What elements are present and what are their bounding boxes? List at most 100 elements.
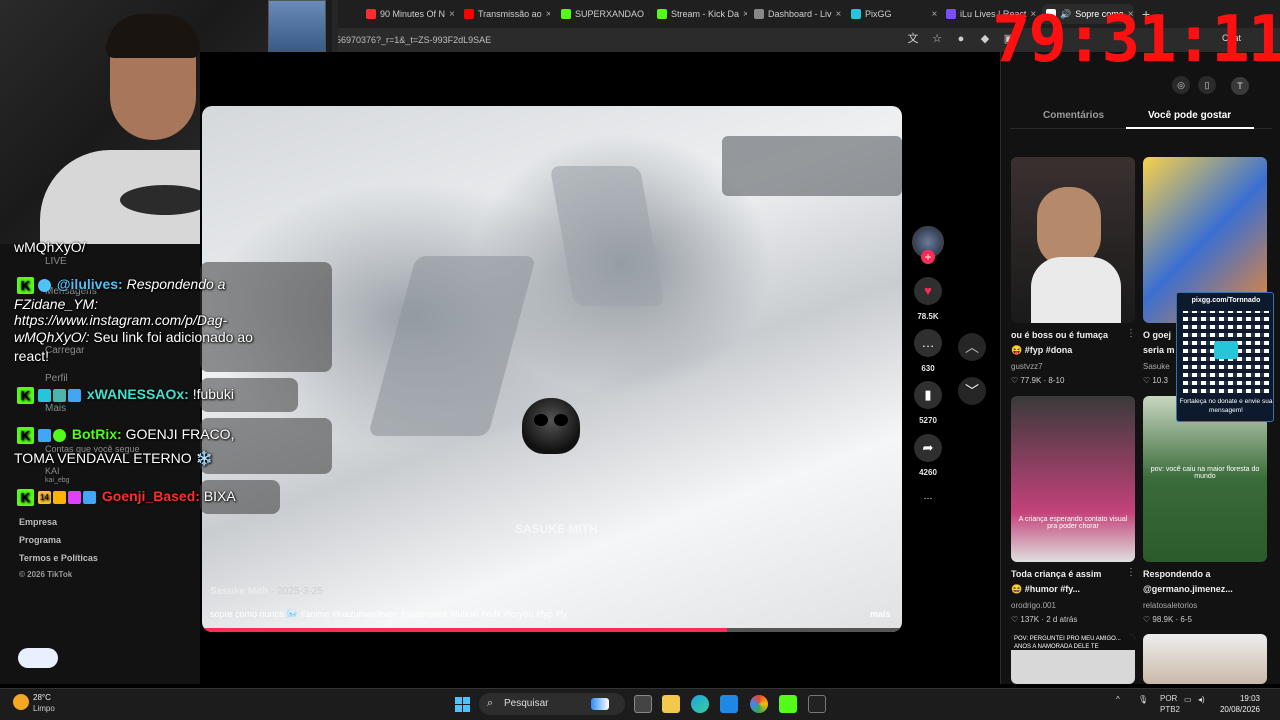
comment-icon[interactable]: … <box>914 329 942 357</box>
shirt-logo <box>120 185 210 215</box>
more-options-icon[interactable]: ⋮ <box>1126 567 1136 578</box>
music-disc-icon[interactable]: ⋯ <box>914 484 942 512</box>
sidebar-item-profile[interactable]: Perfil <box>45 373 68 384</box>
kick-app-icon[interactable] <box>779 695 797 713</box>
video-author[interactable]: Sasuke Mith · 2025-3-25 <box>210 586 323 597</box>
weather-sun-icon[interactable] <box>13 694 29 710</box>
chat-text: BIXA <box>203 488 236 504</box>
share-icon[interactable]: ➦ <box>914 434 942 462</box>
chevron-down-icon[interactable]: ﹀ <box>958 377 986 405</box>
streamer-hair <box>106 14 200 58</box>
card-author[interactable]: relatosaletorios <box>1143 601 1197 610</box>
close-icon[interactable]: × <box>546 9 550 20</box>
chat-message-continuation: wMQhXyO/ <box>14 239 86 255</box>
video-watermark: SASUKE MITH <box>515 522 598 536</box>
microphone-icon[interactable]: 🎙 <box>1138 695 1148 704</box>
extension-icon[interactable]: ● <box>953 31 969 47</box>
search-label[interactable]: Pesquisar <box>504 698 548 709</box>
bookmark-icon[interactable]: ▮ <box>914 381 942 409</box>
tab-comments[interactable]: Comentários <box>1043 110 1104 121</box>
tab-90-minutes[interactable]: 90 Minutes Of N × <box>366 4 454 24</box>
shield-icon[interactable]: ◆ <box>977 31 993 47</box>
phone-icon[interactable]: ▯ <box>1198 76 1216 94</box>
footer-link-programa[interactable]: Programa <box>19 535 61 545</box>
close-icon[interactable]: × <box>648 9 649 20</box>
more-button[interactable]: mais <box>870 609 891 619</box>
more-options-icon[interactable]: ⋮ <box>1126 328 1136 339</box>
sidebar-item-more[interactable]: Mais <box>45 403 66 414</box>
weather-temp[interactable]: 28°C <box>33 693 51 702</box>
card-title[interactable]: Toda criança é assim <box>1011 569 1127 579</box>
bot-badge-icon <box>38 278 51 292</box>
pix-url: pixgg.com/Tornnado <box>1191 297 1261 304</box>
footer-link-empresa[interactable]: Empresa <box>19 517 57 527</box>
chat-message: K xWANESSAOx: !fubuki <box>17 385 234 404</box>
chat-text: Respondendo a <box>126 276 226 292</box>
volume-icon[interactable]: ◂) <box>1198 695 1205 704</box>
user-avatar[interactable]: T <box>1231 77 1249 95</box>
superman-avatar <box>268 0 326 52</box>
video-progress-bar[interactable] <box>202 628 902 632</box>
follow-plus-icon[interactable]: + <box>921 250 935 264</box>
compass-icon[interactable]: ◎ <box>1172 76 1190 94</box>
task-view-icon[interactable] <box>634 695 652 713</box>
author-name[interactable]: Sasuke Mith <box>210 586 268 597</box>
skull-eye <box>554 414 568 426</box>
close-icon[interactable]: × <box>743 9 747 20</box>
chevron-up-icon[interactable]: ^ <box>1116 695 1120 704</box>
clock-time[interactable]: 19:03 <box>1220 694 1260 703</box>
close-icon[interactable]: × <box>449 9 454 20</box>
comment-count: 630 <box>921 364 935 373</box>
translate-icon[interactable]: 文 <box>905 31 921 47</box>
url-field[interactable]: 56970376?_r=1&_t=ZS-993F2dL9SAE <box>336 35 491 45</box>
recommended-card[interactable] <box>1011 157 1135 323</box>
close-icon[interactable]: × <box>932 9 938 20</box>
tab-transmissao[interactable]: Transmissão ao × <box>464 4 550 24</box>
snow-rock <box>367 256 537 436</box>
chat-message: K @ilulives: Respondendo a <box>17 275 225 294</box>
card-title[interactable]: O goej <box>1143 330 1177 340</box>
tab-pixgg[interactable]: PixGG × <box>851 4 941 24</box>
chat-username[interactable]: @ilulives: <box>57 276 123 292</box>
card-subtitle: seria m <box>1143 345 1175 355</box>
chat-username[interactable]: Goenji_Based: <box>102 488 200 504</box>
notion-icon[interactable] <box>808 695 826 713</box>
card-author[interactable]: gustvzz7 <box>1011 362 1043 371</box>
sidebar-item-live[interactable]: LIVE <box>45 256 67 267</box>
file-explorer-icon[interactable] <box>662 695 680 713</box>
card-overlay-text: A criança esperando contato visual pra p… <box>1018 516 1128 530</box>
ilu-icon <box>946 9 956 19</box>
clock-date[interactable]: 20/08/2026 <box>1210 705 1260 714</box>
person-thumbnail <box>1037 187 1101 267</box>
chat-username[interactable]: xWANESSAOx: <box>87 386 189 402</box>
chevron-up-icon[interactable]: ︿ <box>958 333 986 361</box>
footer-link-termos[interactable]: Termos e Políticas <box>19 553 98 563</box>
card-title[interactable]: Respondendo a <box>1143 569 1259 579</box>
card-author[interactable]: orodrigo.001 <box>1011 601 1056 610</box>
store-icon[interactable] <box>720 695 738 713</box>
screen: 90 Minutes Of N × Transmissão ao × SUPERXA… <box>0 0 1280 720</box>
chat-username[interactable]: BotRix: <box>72 426 122 442</box>
bookmark-star-icon[interactable]: ☆ <box>929 31 945 47</box>
like-heart-icon[interactable]: ♥ <box>914 277 942 305</box>
recommended-card[interactable]: A criança esperando contato visual pra p… <box>1011 396 1135 562</box>
tab-dashboard[interactable]: Dashboard - Liv × <box>754 4 844 24</box>
search-highlight-icon <box>591 698 609 710</box>
chat-text: react! <box>14 348 50 364</box>
tab-superxandao[interactable]: SUPERXANDAO× <box>561 4 649 24</box>
chrome-icon[interactable] <box>750 695 768 713</box>
weather-desc: Limpo <box>33 704 55 713</box>
windows-start-icon[interactable] <box>455 697 470 712</box>
tab-you-may-like[interactable]: Você pode gostar <box>1148 110 1231 121</box>
like-count: 78.5K <box>917 312 939 321</box>
card-title[interactable]: ou é boss ou é fumaça <box>1011 330 1127 340</box>
language-label[interactable]: POR <box>1160 694 1177 703</box>
recommended-card[interactable] <box>1143 634 1267 684</box>
close-icon[interactable]: × <box>836 9 842 20</box>
edge-icon[interactable] <box>691 695 709 713</box>
pixgg-icon <box>851 9 861 19</box>
recommended-card[interactable]: POV: PERGUNTEI PRO MEU AMIGO... ANOS A N… <box>1011 634 1135 684</box>
network-icon[interactable]: ▭ <box>1184 695 1192 704</box>
tab-stream-kick[interactable]: Stream - Kick Da × <box>657 4 747 24</box>
card-author[interactable]: Sasuke <box>1143 362 1170 371</box>
